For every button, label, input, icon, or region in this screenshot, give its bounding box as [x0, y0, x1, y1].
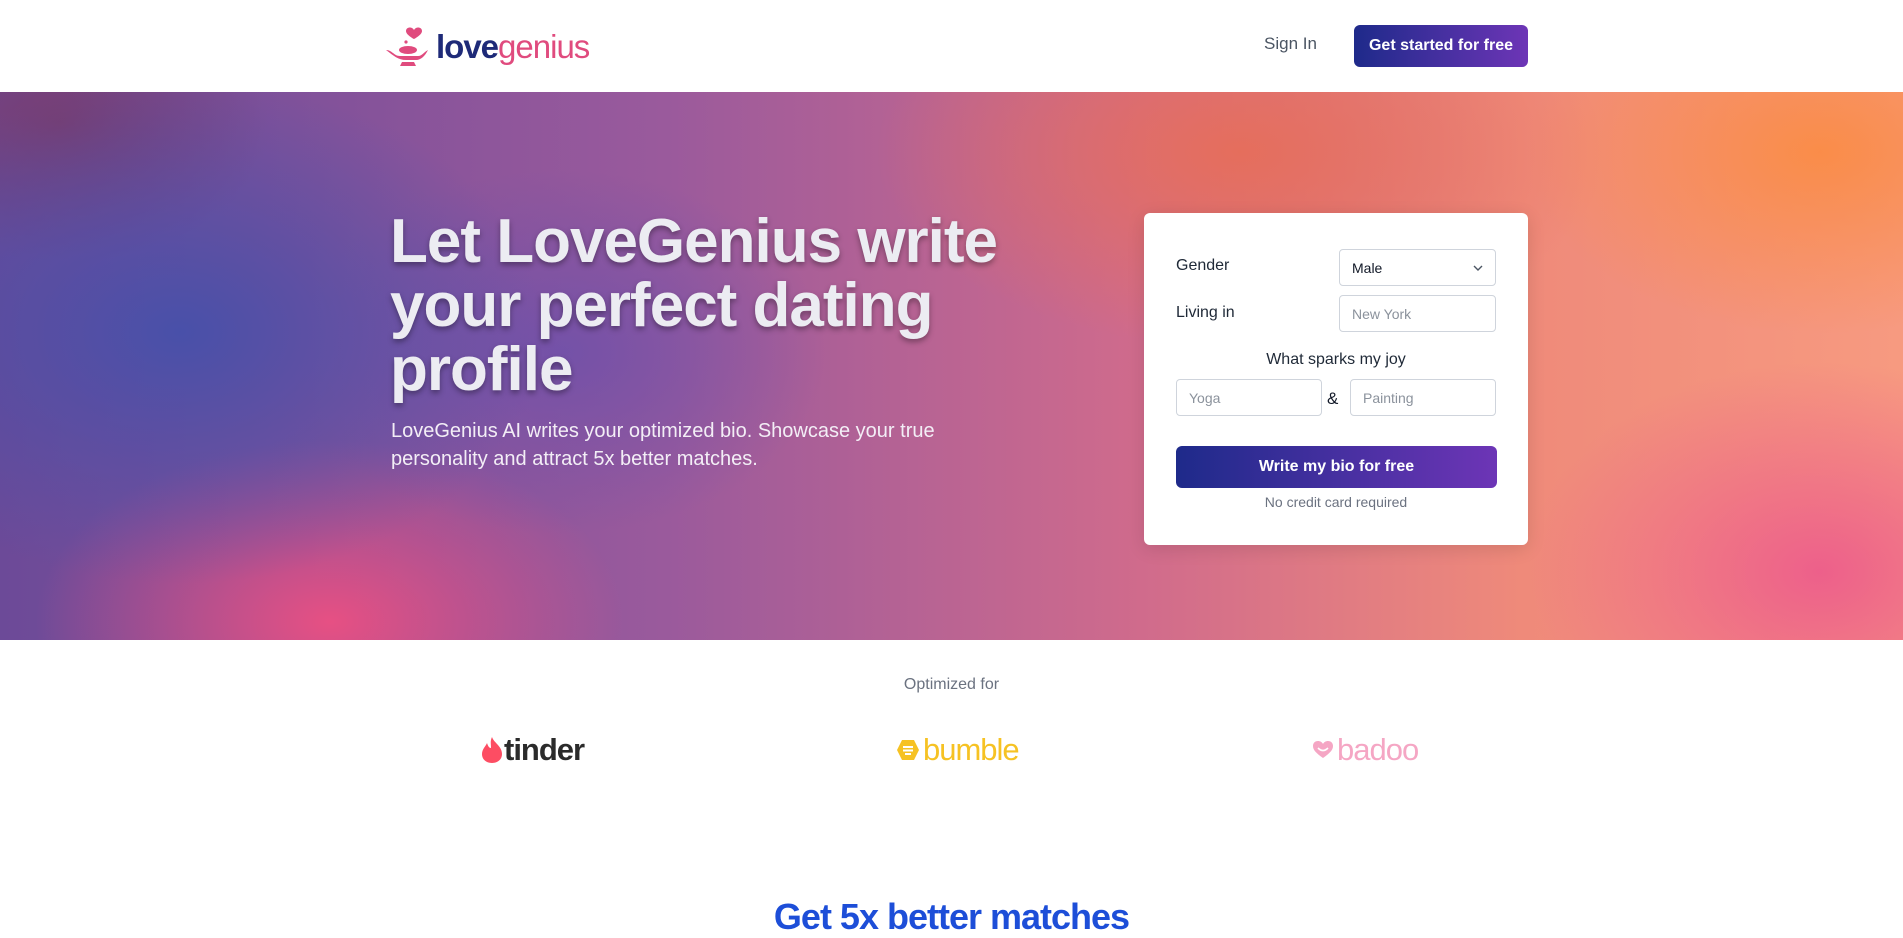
joy-label: What sparks my joy: [1266, 351, 1406, 368]
hero-section: Let LoveGenius write your perfect dating…: [0, 92, 1903, 640]
site-header: lovegenius Sign In Get started for free: [0, 0, 1903, 93]
chevron-down-icon: [1473, 265, 1483, 271]
joy-input-1[interactable]: [1176, 379, 1322, 416]
badoo-logo: badoo: [1312, 732, 1419, 768]
hexagon-icon: [897, 740, 919, 760]
heart-icon: [1313, 741, 1333, 758]
sign-in-link[interactable]: Sign In: [1264, 34, 1317, 54]
gender-label: Gender: [1176, 257, 1230, 274]
bumble-wordmark: bumble: [923, 732, 1020, 767]
optimized-for-label: Optimized for: [903, 676, 1000, 693]
badoo-wordmark: badoo: [1337, 732, 1419, 767]
living-in-input[interactable]: [1339, 295, 1496, 332]
living-in-label: Living in: [1176, 304, 1235, 321]
tinder-wordmark: tinder: [504, 732, 585, 767]
logo[interactable]: lovegenius: [384, 22, 590, 70]
joy-input-2[interactable]: [1350, 379, 1496, 416]
hero-title: Let LoveGenius write your perfect dating…: [390, 207, 998, 404]
write-bio-button[interactable]: Write my bio for free: [1176, 446, 1497, 488]
gender-select-value: Male: [1352, 259, 1383, 276]
no-credit-card-note: No credit card required: [1264, 494, 1408, 510]
ampersand: &: [1327, 389, 1339, 408]
tinder-logo: tinder: [480, 732, 585, 768]
bio-form-card: Gender Male Living in What sparks my joy…: [1144, 213, 1528, 545]
bumble-logo: bumble: [896, 732, 1020, 768]
logo-text-love: love: [436, 27, 499, 65]
hero-subtitle: LoveGenius AI writes your optimized bio.…: [391, 420, 935, 470]
gender-select[interactable]: Male: [1339, 249, 1496, 286]
flame-icon: [482, 737, 502, 763]
logo-text-genius: genius: [498, 27, 590, 65]
get-started-button[interactable]: Get started for free: [1354, 25, 1528, 67]
section-title: Get 5x better matches: [773, 896, 1130, 937]
genie-lamp-heart-icon: [386, 27, 428, 66]
